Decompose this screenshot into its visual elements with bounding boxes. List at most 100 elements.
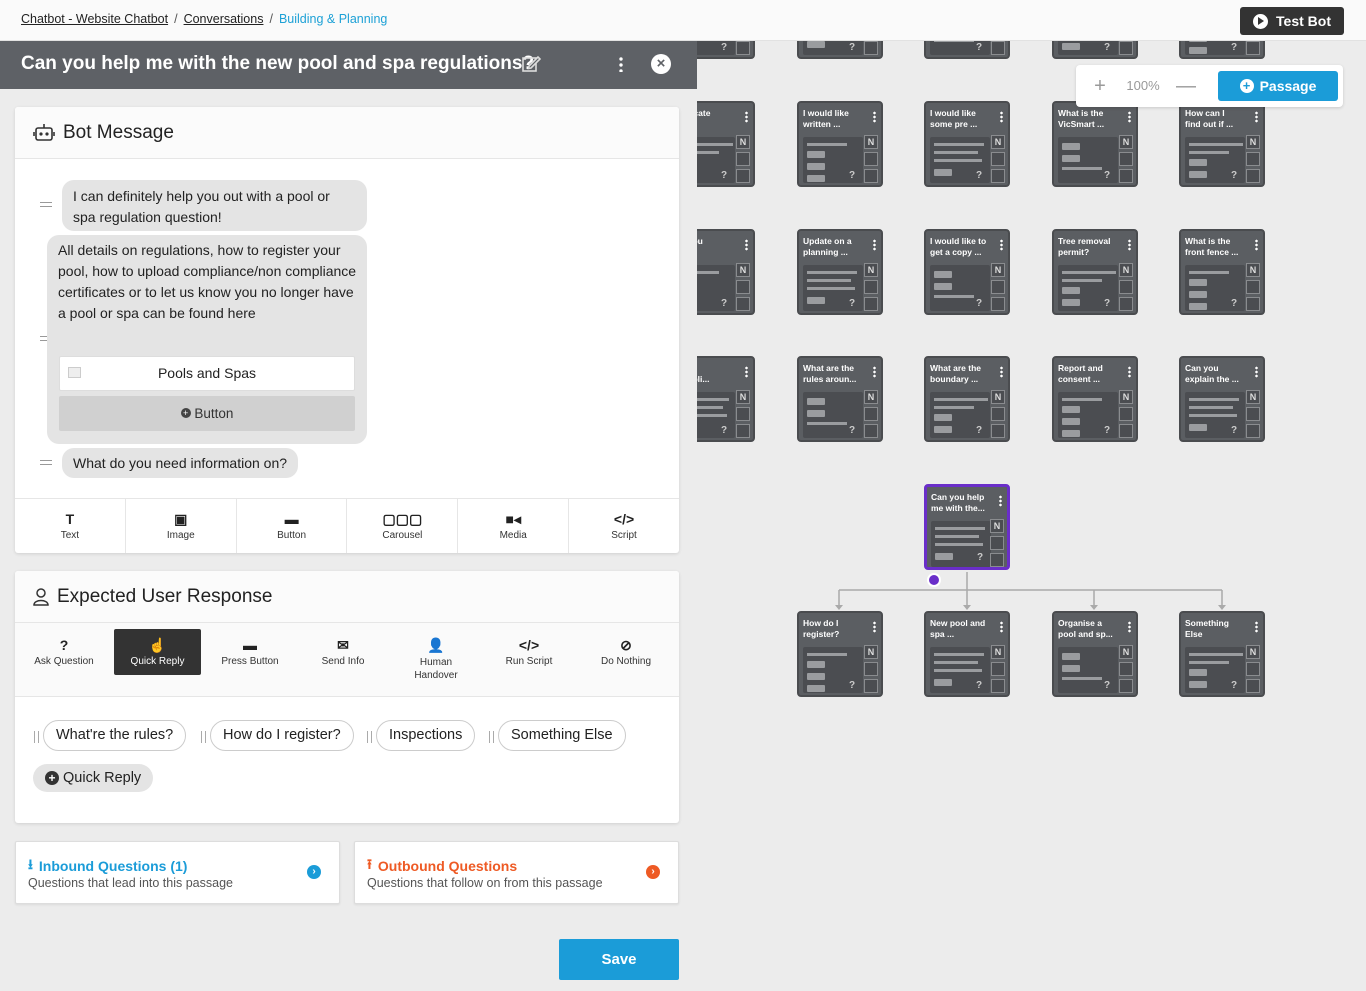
tab-human-handover[interactable]: 👤 Human Handover — [397, 629, 475, 681]
more-options-icon[interactable] — [1000, 239, 1003, 251]
zoom-in-button[interactable]: + — [1090, 76, 1110, 96]
more-options-icon[interactable] — [873, 239, 876, 251]
flow-node[interactable]: I would like some pre ... N? — [924, 101, 1010, 187]
more-options-icon[interactable] — [1255, 621, 1258, 633]
add-button-button[interactable]: + Button — [59, 396, 355, 431]
flow-node[interactable]: I would like written ... N? — [797, 101, 883, 187]
flow-canvas[interactable]: N? N? N? N? N? ertificate al ...N? I would lik… — [697, 41, 1366, 991]
flow-node-child[interactable]: New pool and spa ... N? — [924, 611, 1010, 697]
quick-reply-chip[interactable]: Inspections — [376, 720, 476, 751]
tool-script[interactable]: </> Script — [569, 499, 679, 553]
drag-handle-icon[interactable] — [489, 731, 494, 743]
more-options-icon[interactable] — [873, 111, 876, 123]
more-options-icon[interactable] — [1128, 621, 1131, 633]
more-options-icon[interactable] — [1128, 239, 1131, 251]
drag-handle-icon[interactable] — [367, 731, 372, 743]
more-options-icon[interactable] — [873, 366, 876, 378]
preview-line — [1189, 159, 1207, 166]
tab-run-script[interactable]: </> Run Script — [490, 629, 568, 675]
flow-node[interactable]: What is the VicSmart ... N? — [1052, 101, 1138, 187]
save-button[interactable]: Save — [559, 939, 679, 980]
node-port — [864, 407, 878, 421]
inbound-questions-subtitle: Questions that lead into this passage — [28, 876, 233, 890]
node-port — [1119, 169, 1133, 183]
message-bubble-2[interactable]: All details on regulations, how to regis… — [47, 235, 367, 444]
flow-node[interactable]: What are the boundary ... N? — [924, 356, 1010, 442]
flow-node[interactable]: do you e a ... N? — [697, 229, 755, 315]
quick-reply-chip[interactable]: Something Else — [498, 720, 626, 751]
more-options-icon[interactable] — [1255, 239, 1258, 251]
quick-reply-chip[interactable]: What're the rules? — [43, 720, 187, 751]
flow-node-title: New pool and spa ... — [930, 618, 986, 639]
tool-button[interactable]: ▬ Button — [237, 499, 348, 553]
flow-node[interactable]: do I e publi... N? — [697, 356, 755, 442]
more-options-icon[interactable] — [619, 56, 623, 72]
flow-node[interactable]: How can I find out if ... N? — [1179, 101, 1265, 187]
more-options-icon[interactable] — [745, 239, 748, 251]
breadcrumb-chatbot[interactable]: Chatbot - Website Chatbot — [21, 12, 168, 26]
tool-carousel[interactable]: ▢▢▢ Carousel — [347, 499, 459, 553]
tab-send-info[interactable]: ✉ Send Info — [304, 629, 382, 675]
more-options-icon[interactable] — [873, 621, 876, 633]
more-options-icon[interactable] — [745, 366, 748, 378]
quick-reply-chip[interactable]: How do I register? — [210, 720, 354, 751]
test-bot-label: Test Bot — [1276, 13, 1331, 29]
outbound-questions-box[interactable]: ⭱ Outbound Questions Questions that foll… — [354, 841, 679, 904]
code-icon: </> — [613, 511, 635, 527]
plus-circle-icon: + — [180, 407, 191, 418]
flow-node-active[interactable]: Can you help me with the... N? — [924, 484, 1010, 570]
more-options-icon[interactable] — [1000, 366, 1003, 378]
drag-handle-icon[interactable] — [34, 731, 39, 743]
tool-image[interactable]: ▣ Image — [126, 499, 237, 553]
add-quick-reply-button[interactable]: + Quick Reply — [33, 764, 154, 792]
tab-press-button[interactable]: ▬ Press Button — [211, 629, 289, 675]
more-options-icon[interactable] — [745, 111, 748, 123]
flow-node-partial[interactable]: N? — [697, 41, 755, 59]
flow-node[interactable]: ertificate al ... N? — [697, 101, 755, 187]
flow-node[interactable]: Tree removal permit? N? — [1052, 229, 1138, 315]
close-icon[interactable]: × — [651, 54, 671, 74]
breadcrumb-conversations[interactable]: Conversations — [184, 12, 264, 26]
drag-handle-icon[interactable] — [201, 731, 206, 743]
test-bot-button[interactable]: Test Bot — [1240, 7, 1344, 35]
zoom-out-button[interactable]: — — [1176, 76, 1196, 96]
tab-do-nothing[interactable]: ⊘ Do Nothing — [587, 629, 665, 675]
more-options-icon[interactable] — [1128, 366, 1131, 378]
more-options-icon[interactable] — [1000, 621, 1003, 633]
more-options-icon[interactable] — [1128, 111, 1131, 123]
flow-node[interactable]: Update on a planning ... N? — [797, 229, 883, 315]
message-bubble-3[interactable]: What do you need information on? — [62, 448, 299, 478]
flow-node[interactable]: I would like to get a copy ... N? — [924, 229, 1010, 315]
flow-node[interactable]: What is the front fence ... N? — [1179, 229, 1265, 315]
flow-node-child[interactable]: How do I register? N? — [797, 611, 883, 697]
more-options-icon[interactable] — [1000, 111, 1003, 123]
add-passage-button[interactable]: + Passage — [1218, 71, 1338, 101]
flow-node[interactable]: Report and consent ... N? — [1052, 356, 1138, 442]
flow-node-title: I would like to get a copy ... — [930, 236, 987, 257]
drag-handle-icon[interactable] — [40, 460, 52, 465]
chevron-right-icon[interactable]: › — [646, 865, 660, 879]
tool-text[interactable]: T Text — [15, 499, 126, 553]
flow-node-child[interactable]: Something Else N? — [1179, 611, 1265, 697]
link-button-pools-and-spas[interactable]: Pools and Spas — [59, 356, 355, 391]
help-marker: ? — [721, 425, 728, 436]
message-bubble-1[interactable]: I can definitely help you out with a poo… — [62, 180, 367, 231]
edit-icon[interactable] — [521, 54, 541, 74]
more-options-icon[interactable] — [1255, 366, 1258, 378]
drag-handle-icon[interactable] — [40, 202, 52, 207]
flow-node[interactable]: Can you explain the ... N? — [1179, 356, 1265, 442]
flow-node-partial[interactable]: N? — [1052, 41, 1138, 59]
flow-node-child[interactable]: Organise a pool and sp... N? — [1052, 611, 1138, 697]
flow-node-partial[interactable]: N? — [797, 41, 883, 59]
flow-node-partial[interactable]: N? — [1179, 41, 1265, 59]
tab-quick-reply[interactable]: ☝ Quick Reply — [114, 629, 201, 675]
flow-node-partial[interactable]: N? — [924, 41, 1010, 59]
tool-media[interactable]: ■◂ Media — [458, 499, 570, 553]
more-options-icon[interactable] — [999, 495, 1002, 507]
inbound-questions-box[interactable]: ⭳ Inbound Questions (1) Questions that l… — [15, 841, 340, 904]
help-marker: ? — [849, 42, 856, 53]
flow-node[interactable]: What are the rules aroun... N? — [797, 356, 883, 442]
tab-ask-question[interactable]: ? Ask Question — [25, 629, 103, 675]
chevron-right-icon[interactable]: › — [307, 865, 321, 879]
more-options-icon[interactable] — [1255, 111, 1258, 123]
